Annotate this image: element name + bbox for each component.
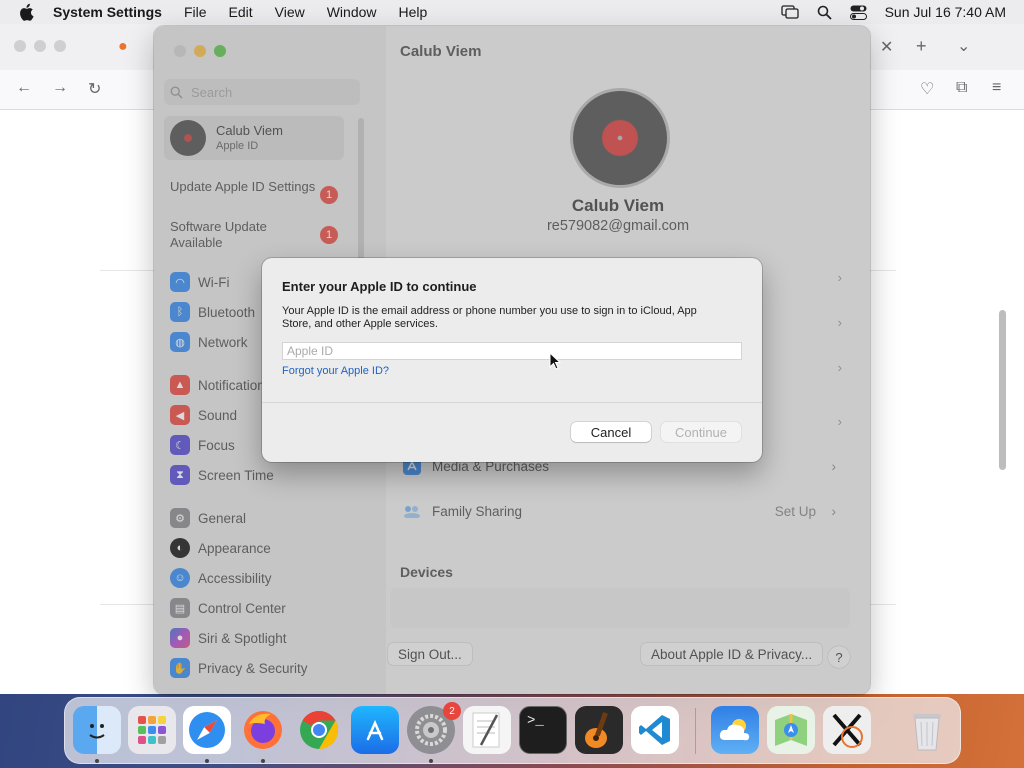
cancel-button[interactable]: Cancel bbox=[571, 422, 651, 442]
maps-icon[interactable] bbox=[767, 706, 815, 754]
weather-icon[interactable] bbox=[711, 706, 759, 754]
continue-button[interactable]: Continue bbox=[661, 422, 741, 442]
browser-scrollbar[interactable] bbox=[999, 310, 1006, 470]
safari-icon[interactable] bbox=[183, 706, 231, 754]
menu-help[interactable]: Help bbox=[399, 4, 428, 20]
menubar-clock[interactable]: Sun Jul 16 7:40 AM bbox=[885, 4, 1006, 20]
reload-icon[interactable]: ↻ bbox=[88, 79, 101, 99]
menu-view[interactable]: View bbox=[275, 4, 305, 20]
browser-minimize-light[interactable] bbox=[34, 40, 46, 52]
running-indicator bbox=[205, 759, 209, 763]
firefox-tab-icon[interactable]: ● bbox=[118, 38, 128, 56]
vscode-icon[interactable] bbox=[631, 706, 679, 754]
forgot-apple-id-link[interactable]: Forgot your Apple ID? bbox=[282, 365, 389, 377]
launchpad-icon[interactable] bbox=[128, 706, 176, 754]
menu-edit[interactable]: Edit bbox=[229, 4, 253, 20]
dialog-divider bbox=[262, 402, 762, 403]
notification-badge: 2 bbox=[443, 702, 461, 720]
app-store-icon[interactable] bbox=[351, 706, 399, 754]
menu-window[interactable]: Window bbox=[327, 4, 377, 20]
apple-id-input[interactable] bbox=[282, 342, 742, 360]
mouse-pointer-icon bbox=[549, 351, 562, 375]
running-indicator bbox=[261, 759, 265, 763]
finder-icon[interactable] bbox=[73, 706, 121, 754]
pocket-icon[interactable]: ♡ bbox=[920, 79, 934, 99]
x11-icon[interactable] bbox=[823, 706, 871, 754]
menu-file[interactable]: File bbox=[184, 4, 207, 20]
garageband-icon[interactable] bbox=[575, 706, 623, 754]
dialog-description: Your Apple ID is the email address or ph… bbox=[282, 305, 697, 330]
app-name-menu[interactable]: System Settings bbox=[53, 4, 162, 20]
running-indicator bbox=[95, 759, 99, 763]
firefox-icon[interactable] bbox=[239, 706, 287, 754]
new-tab-icon[interactable]: + bbox=[916, 36, 927, 57]
terminal-icon[interactable]: >_ bbox=[519, 706, 567, 754]
screen-mirroring-icon[interactable] bbox=[780, 5, 799, 19]
dialog-title: Enter your Apple ID to continue bbox=[282, 279, 477, 294]
dock-separator bbox=[695, 708, 696, 754]
apple-menu-icon[interactable] bbox=[18, 3, 36, 21]
control-center-icon[interactable] bbox=[849, 5, 867, 20]
apple-id-dialog: Enter your Apple ID to continue Your App… bbox=[262, 258, 762, 462]
back-icon[interactable]: ← bbox=[16, 79, 32, 97]
running-indicator bbox=[429, 759, 433, 763]
menu-hamburger-icon[interactable]: ≡ bbox=[992, 79, 1001, 97]
dock: 2 >_ bbox=[64, 697, 961, 764]
extensions-icon[interactable]: ⧉ bbox=[956, 79, 967, 97]
chrome-icon[interactable] bbox=[295, 706, 343, 754]
forward-icon[interactable]: → bbox=[52, 79, 68, 97]
browser-zoom-light[interactable] bbox=[54, 40, 66, 52]
spotlight-search-icon[interactable] bbox=[817, 5, 832, 20]
textedit-icon[interactable] bbox=[463, 706, 511, 754]
close-tab-icon[interactable]: ✕ bbox=[880, 37, 893, 57]
menu-bar: System Settings File Edit View Window He… bbox=[0, 0, 1024, 24]
tab-list-chevron-icon[interactable]: ⌄ bbox=[957, 36, 970, 56]
browser-close-light[interactable] bbox=[14, 40, 26, 52]
trash-icon[interactable] bbox=[903, 706, 951, 754]
